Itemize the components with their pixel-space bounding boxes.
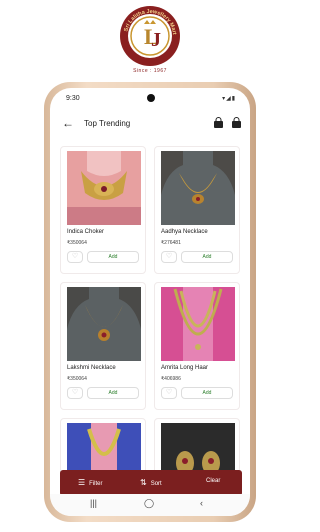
add-button[interactable]: Add xyxy=(181,387,233,399)
add-button[interactable]: Add xyxy=(87,251,139,263)
recents-icon[interactable]: ||| xyxy=(90,498,97,508)
status-time: 9:30 xyxy=(66,95,80,102)
brand-logo-icon: L J Sri Lalitha Jewellery Mart xyxy=(120,6,180,66)
clear-button[interactable]: Clear xyxy=(206,478,220,484)
phone-frame: 9:30 ▾◢▮ ← Top Trending Indica Choker ₹3… xyxy=(44,82,256,522)
product-image[interactable] xyxy=(161,287,235,361)
product-image[interactable] xyxy=(67,151,141,225)
brand-since: Since : 1967 xyxy=(133,68,167,74)
add-button[interactable]: Add xyxy=(181,251,233,263)
product-name: Lakshmi Necklace xyxy=(67,365,116,371)
system-nav-bar: ||| ◯ ‹ xyxy=(50,494,250,516)
back-nav-icon[interactable]: ‹ xyxy=(200,498,203,508)
sort-label: Sort xyxy=(150,481,162,487)
filter-button[interactable]: ☰ Filter xyxy=(78,478,103,487)
sort-icon: ⇅ xyxy=(140,478,147,487)
heart-icon[interactable]: ♡ xyxy=(67,251,83,263)
heart-icon[interactable]: ♡ xyxy=(67,387,83,399)
app-bar: ← Top Trending xyxy=(50,112,250,136)
heart-icon[interactable]: ♡ xyxy=(161,251,177,263)
back-arrow-icon[interactable]: ← xyxy=(62,116,74,130)
product-card[interactable]: Aadhya Necklace ₹276481 ♡ Add xyxy=(154,146,240,274)
product-price: ₹406986 xyxy=(161,376,181,382)
status-bar: 9:30 ▾◢▮ xyxy=(50,88,250,110)
product-name: Aadhya Necklace xyxy=(161,229,208,235)
camera-icon xyxy=(147,94,155,102)
product-price: ₹350064 xyxy=(67,240,87,246)
shopping-bag-icon[interactable] xyxy=(213,117,224,129)
filter-label: Filter xyxy=(89,481,103,487)
product-image[interactable] xyxy=(67,287,141,361)
product-price: ₹276481 xyxy=(161,240,181,246)
svg-text:J: J xyxy=(151,29,161,51)
product-card[interactable]: Indica Choker ₹350064 ♡ Add xyxy=(60,146,146,274)
cart-bag-icon[interactable] xyxy=(231,117,242,129)
brand-header: L J Sri Lalitha Jewellery Mart Since : 1… xyxy=(0,0,300,84)
page-title: Top Trending xyxy=(84,119,131,128)
product-name: Amrita Long Haar xyxy=(161,365,209,371)
product-image[interactable] xyxy=(161,151,235,225)
app-screen: 9:30 ▾◢▮ ← Top Trending Indica Choker ₹3… xyxy=(50,88,250,516)
product-price: ₹350064 xyxy=(67,376,87,382)
heart-icon[interactable]: ♡ xyxy=(161,387,177,399)
product-card[interactable]: Amrita Long Haar ₹406986 ♡ Add xyxy=(154,282,240,410)
sort-button[interactable]: ⇅ Sort xyxy=(140,478,162,487)
filter-sort-bar: ☰ Filter ⇅ Sort Clear xyxy=(60,470,242,496)
signal-battery-icon: ▾◢▮ xyxy=(222,96,236,102)
product-name: Indica Choker xyxy=(67,229,105,235)
filter-icon: ☰ xyxy=(78,478,86,487)
product-card[interactable]: Lakshmi Necklace ₹350064 ♡ Add xyxy=(60,282,146,410)
home-icon[interactable]: ◯ xyxy=(144,498,154,509)
add-button[interactable]: Add xyxy=(87,387,139,399)
